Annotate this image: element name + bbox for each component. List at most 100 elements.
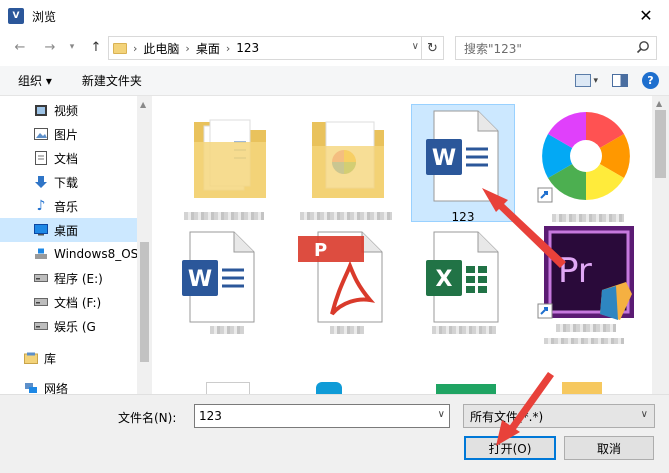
file-item[interactable] bbox=[422, 380, 526, 394]
file-item[interactable] bbox=[302, 380, 406, 394]
navigation-bar: ← → ▾ ↑ › 此电脑 › 桌面 › 123 ∨ ↻ 搜索"123" bbox=[0, 32, 669, 62]
arrow-left-icon: ← bbox=[14, 39, 26, 55]
excel-document-icon: X bbox=[426, 231, 499, 323]
breadcrumb-123[interactable]: 123 bbox=[236, 41, 259, 55]
sidebar-item-label: 图片 bbox=[54, 127, 79, 142]
chevron-right-icon: › bbox=[133, 41, 138, 55]
up-button[interactable]: ↑ bbox=[86, 36, 106, 58]
organize-menu[interactable]: 组织 ▾ bbox=[18, 72, 52, 89]
search-placeholder: 搜索"123" bbox=[464, 41, 522, 56]
change-view-button[interactable]: ▾ bbox=[575, 74, 598, 87]
library-icon bbox=[24, 351, 38, 365]
file-item-123-selected[interactable]: W 123 bbox=[411, 104, 515, 224]
sidebar-item-downloads[interactable]: 下载 bbox=[0, 170, 137, 194]
sidebar-item-desktop[interactable]: 桌面 bbox=[0, 218, 137, 242]
scroll-up-icon[interactable]: ▲ bbox=[656, 99, 662, 108]
sidebar-item-label: 文档 (F:) bbox=[54, 295, 102, 310]
sidebar-item-libraries[interactable]: 库 bbox=[0, 346, 137, 370]
filetype-select[interactable]: 所有文件(*.*) ∨ bbox=[463, 404, 655, 428]
file-label-obscured bbox=[300, 212, 392, 220]
chevron-right-icon: › bbox=[225, 41, 231, 55]
drive-icon bbox=[34, 271, 48, 285]
arrow-up-icon: ↑ bbox=[90, 39, 102, 55]
search-icon bbox=[636, 41, 649, 54]
sidebar-item-documents[interactable]: 文档 bbox=[0, 146, 137, 170]
search-input[interactable]: 搜索"123" bbox=[455, 36, 657, 60]
file-label-obscured bbox=[210, 326, 244, 334]
filename-value: 123 bbox=[199, 409, 222, 423]
sidebar-item-label: Windows8_OS bbox=[54, 247, 139, 261]
sidebar-item-music[interactable]: ♪ 音乐 bbox=[0, 194, 137, 218]
file-item[interactable]: X bbox=[422, 226, 526, 344]
app-icon bbox=[316, 382, 342, 394]
file-list-scrollbar-thumb[interactable] bbox=[655, 110, 666, 178]
file-label-obscured bbox=[556, 324, 616, 332]
file-item[interactable] bbox=[298, 104, 402, 222]
file-list: W 123 W P X Pr bbox=[152, 96, 652, 394]
breadcrumb-this-pc[interactable]: 此电脑 bbox=[143, 40, 179, 57]
sidebar-item-pictures[interactable]: 图片 bbox=[0, 122, 137, 146]
sidebar-item-label: 下载 bbox=[54, 175, 79, 190]
sidebar-item-drive-f[interactable]: 文档 (F:) bbox=[0, 290, 137, 314]
file-label-obscured bbox=[184, 212, 264, 220]
refresh-button[interactable]: ↻ bbox=[421, 37, 443, 59]
folder-icon bbox=[194, 119, 266, 198]
file-item[interactable] bbox=[192, 380, 296, 394]
svg-text:P: P bbox=[314, 240, 327, 261]
address-bar[interactable]: › 此电脑 › 桌面 › 123 ∨ ↻ bbox=[108, 36, 444, 60]
chevron-down-icon[interactable]: ∨ bbox=[438, 409, 445, 420]
sidebar-item-label: 娱乐 (G bbox=[54, 319, 96, 334]
file-item[interactable]: Pr bbox=[532, 220, 636, 344]
word-document-icon: W bbox=[426, 110, 499, 202]
close-icon: ✕ bbox=[639, 5, 653, 25]
svg-text:W: W bbox=[188, 267, 212, 292]
file-item[interactable] bbox=[532, 104, 636, 222]
filename-input[interactable]: 123 ∨ bbox=[194, 404, 450, 428]
folder-icon bbox=[312, 121, 384, 198]
file-item[interactable]: P bbox=[298, 226, 402, 344]
network-icon bbox=[24, 381, 38, 394]
svg-text:W: W bbox=[432, 146, 456, 171]
sidebar-scrollbar-thumb[interactable] bbox=[140, 242, 149, 362]
sidebar-item-label: 视频 bbox=[54, 103, 79, 118]
view-icon bbox=[575, 74, 592, 87]
file-item[interactable] bbox=[178, 104, 282, 222]
file-item[interactable]: W bbox=[178, 226, 282, 344]
title-bar: V 浏览 ✕ bbox=[0, 0, 669, 32]
close-button[interactable]: ✕ bbox=[623, 0, 669, 30]
drive-icon bbox=[34, 247, 48, 261]
file-item[interactable] bbox=[532, 380, 636, 394]
sidebar-item-drive-e[interactable]: 程序 (E:) bbox=[0, 266, 137, 290]
recent-locations-button[interactable]: ▾ bbox=[62, 36, 82, 58]
svg-text:Pr: Pr bbox=[558, 251, 592, 291]
pdf-document-icon: P bbox=[298, 231, 383, 323]
breadcrumb-desktop[interactable]: 桌面 bbox=[196, 40, 220, 57]
file-label-obscured bbox=[432, 326, 496, 334]
arrow-right-icon: → bbox=[44, 39, 56, 55]
filetype-value: 所有文件(*.*) bbox=[470, 409, 544, 424]
dialog-footer: 文件名(N): 123 ∨ 所有文件(*.*) ∨ 打开(O) 取消 bbox=[0, 394, 669, 473]
forward-button[interactable]: → bbox=[40, 36, 60, 58]
video-icon bbox=[34, 103, 48, 117]
chevron-down-icon: ∨ bbox=[640, 409, 648, 420]
file-label-obscured bbox=[330, 326, 364, 334]
sidebar-item-label: 程序 (E:) bbox=[54, 271, 103, 286]
sidebar-item-network[interactable]: 网络 bbox=[0, 376, 137, 394]
picture-icon bbox=[34, 127, 48, 141]
drive-icon bbox=[34, 295, 48, 309]
desktop-icon bbox=[34, 223, 48, 237]
address-dropdown-icon[interactable]: ∨ bbox=[412, 41, 419, 52]
back-button[interactable]: ← bbox=[10, 36, 30, 58]
open-button[interactable]: 打开(O) bbox=[464, 436, 556, 460]
sidebar-item-windows8-os[interactable]: Windows8_OS bbox=[0, 242, 139, 266]
help-icon[interactable]: ? bbox=[642, 72, 659, 89]
cancel-button[interactable]: 取消 bbox=[564, 436, 654, 460]
new-folder-button[interactable]: 新建文件夹 bbox=[82, 72, 142, 89]
sidebar-item-label: 文档 bbox=[54, 151, 79, 166]
sidebar-item-videos[interactable]: 视频 bbox=[0, 98, 137, 122]
chevron-right-icon: › bbox=[185, 41, 190, 55]
sidebar-item-drive-g[interactable]: 娱乐 (G bbox=[0, 314, 137, 338]
preview-pane-icon[interactable] bbox=[612, 74, 628, 87]
scroll-up-icon[interactable]: ▲ bbox=[140, 100, 146, 109]
file-label-obscured bbox=[544, 338, 624, 344]
